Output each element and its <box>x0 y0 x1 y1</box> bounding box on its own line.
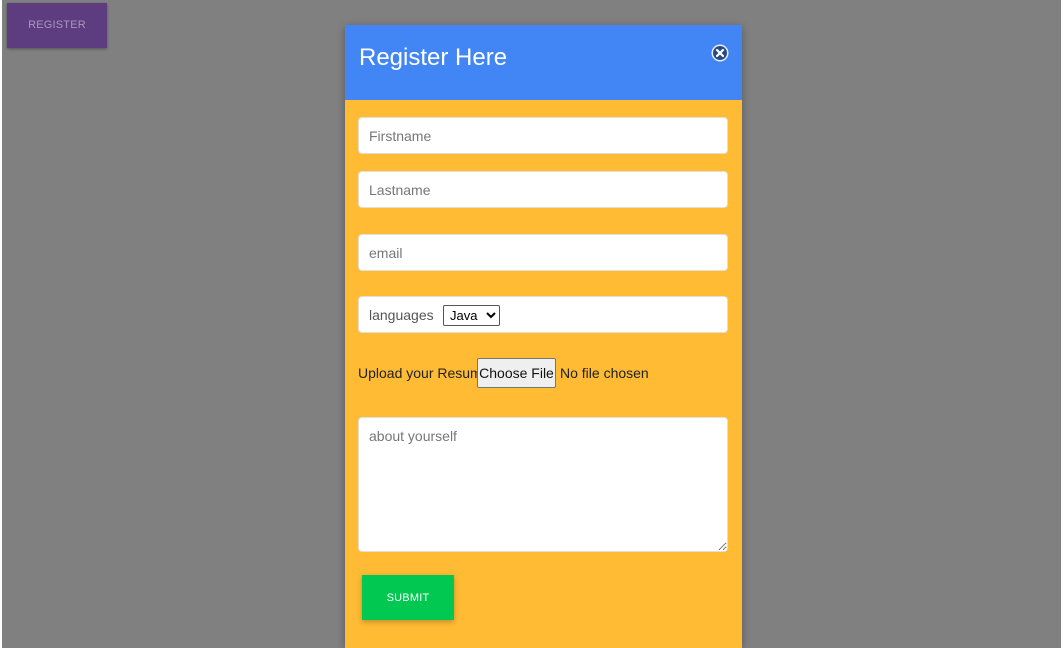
lastname-input[interactable] <box>358 171 728 208</box>
choose-file-button[interactable]: Choose File <box>477 358 556 388</box>
firstname-input[interactable] <box>358 117 728 154</box>
about-textarea[interactable] <box>358 417 728 552</box>
file-status: No file chosen <box>560 365 649 381</box>
close-circle-icon <box>711 44 729 62</box>
modal-title: Register Here <box>359 44 508 71</box>
languages-select[interactable]: Java <box>443 305 500 326</box>
email-input[interactable] <box>358 234 728 271</box>
submit-button[interactable]: SUBMIT <box>362 575 454 620</box>
register-modal: Register Here languages Java Upload your… <box>345 25 742 648</box>
languages-label: languages <box>369 307 434 323</box>
close-button[interactable] <box>711 44 729 62</box>
resume-upload-label: Upload your Resume <box>358 365 490 381</box>
languages-field: languages Java <box>358 296 728 333</box>
register-button[interactable]: REGISTER <box>7 3 107 48</box>
page-edge <box>0 0 2 648</box>
modal-header: Register Here <box>345 25 742 100</box>
